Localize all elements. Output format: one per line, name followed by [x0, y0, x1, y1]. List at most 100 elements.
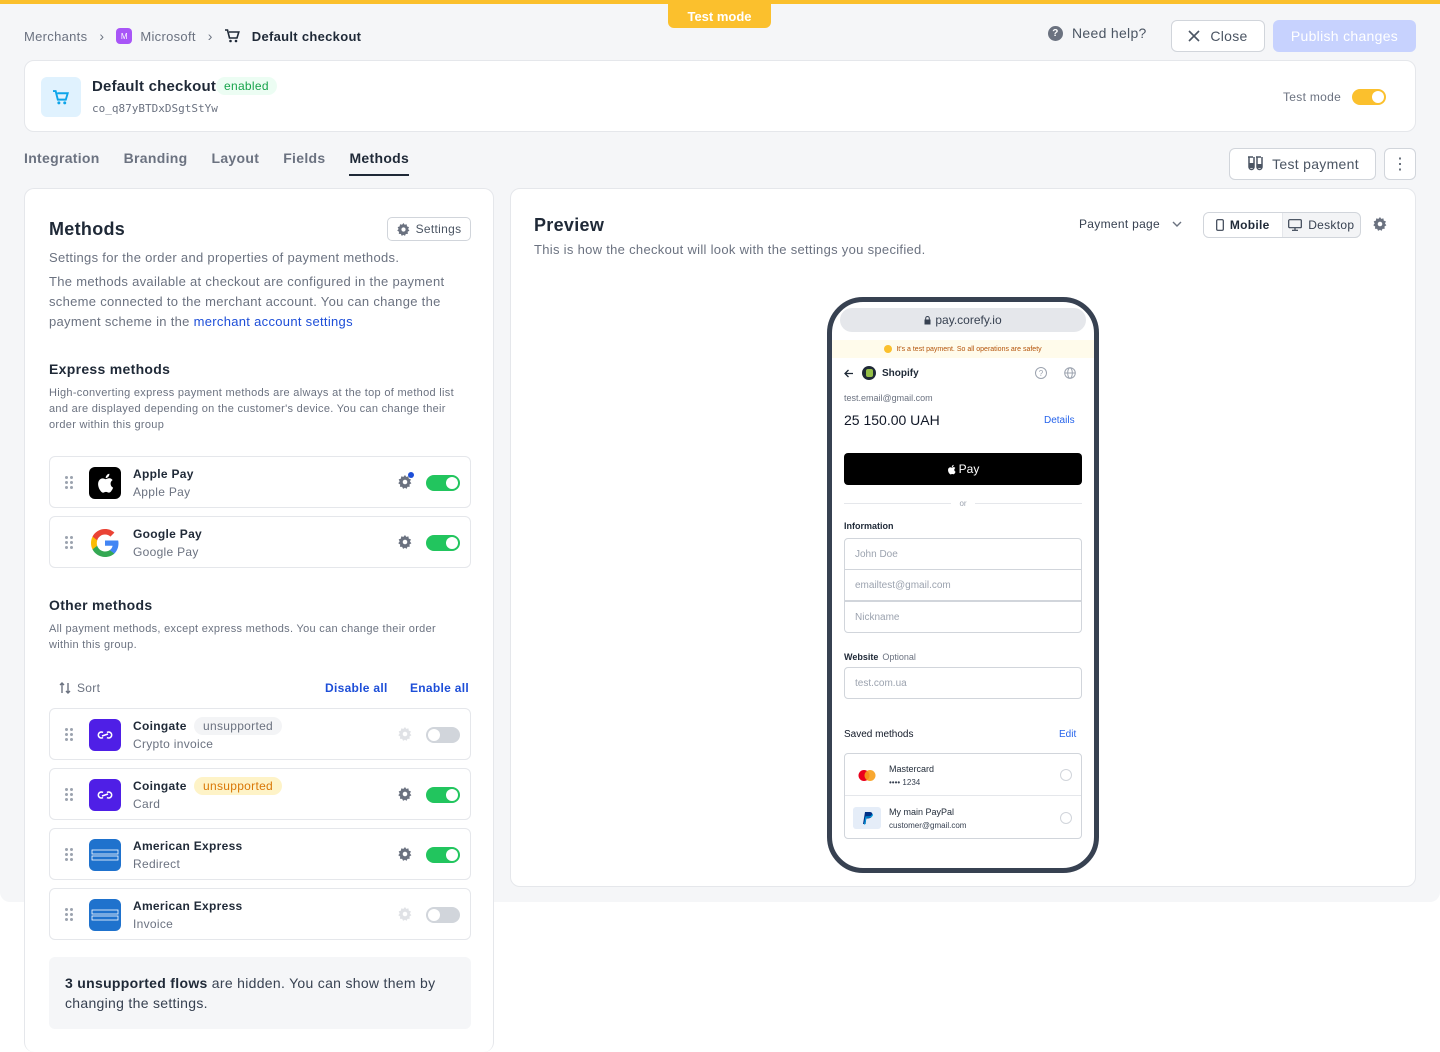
coingate-icon — [89, 779, 121, 811]
settings-label: Settings — [415, 222, 462, 236]
drag-handle-icon[interactable] — [65, 848, 75, 862]
drag-handle-icon[interactable] — [65, 476, 75, 490]
methods-panel: Methods Settings Settings for the order … — [24, 188, 494, 1052]
details-link[interactable]: Details — [1044, 415, 1075, 426]
test-payment-button[interactable]: Test payment — [1229, 148, 1376, 180]
breadcrumb-merchant[interactable]: Microsoft — [140, 29, 195, 44]
method-name: American Express — [133, 839, 243, 853]
tab-bar: Integration Branding Layout Fields Metho… — [24, 150, 433, 176]
website-label: Website Optional — [844, 652, 916, 662]
tab-branding[interactable]: Branding — [124, 150, 188, 176]
test-mode-label: Test mode — [1283, 90, 1342, 104]
disable-all-button[interactable]: Disable all — [325, 681, 388, 695]
sort-button[interactable]: Sort — [59, 681, 100, 695]
methods-description-2: The methods available at checkout are co… — [49, 274, 445, 329]
merchant-avatar: M — [116, 28, 133, 44]
arrow-left-icon[interactable] — [844, 369, 854, 378]
gear-icon[interactable] — [398, 787, 414, 803]
method-toggle[interactable] — [426, 475, 460, 491]
globe-icon[interactable] — [1064, 367, 1076, 379]
mobile-view-button[interactable]: Mobile — [1204, 213, 1283, 237]
preview-panel: Preview This is how the checkout will lo… — [510, 188, 1416, 887]
notification-dot — [408, 472, 414, 478]
method-row-coingate-crypto[interactable]: Coingate unsupported Crypto invoice — [49, 708, 471, 760]
settings-button[interactable]: Settings — [387, 217, 471, 241]
methods-title: Methods — [49, 219, 126, 239]
gear-icon[interactable] — [398, 535, 414, 551]
lock-icon — [924, 315, 931, 325]
drag-handle-icon[interactable] — [65, 788, 75, 802]
cart-icon — [41, 77, 81, 117]
desktop-view-button[interactable]: Desktop — [1283, 213, 1361, 237]
google-icon — [89, 527, 121, 559]
saved-method-radio[interactable] — [1060, 769, 1072, 781]
merchant-account-settings-link[interactable]: merchant account settings — [194, 314, 353, 329]
tab-fields[interactable]: Fields — [283, 150, 325, 176]
drag-handle-icon[interactable] — [65, 908, 75, 922]
status-badge: enabled — [216, 77, 277, 95]
test-mode-toggle[interactable] — [1352, 89, 1386, 105]
saved-methods-list: Mastercard •••• 1234 My main PayPal cust… — [844, 753, 1082, 839]
saved-method-paypal[interactable]: My main PayPal customer@gmail.com — [845, 797, 1081, 839]
more-options-button[interactable]: ⋮ — [1384, 148, 1416, 180]
need-help-link[interactable]: ? Need help? — [1048, 25, 1147, 41]
saved-methods-label: Saved methods — [844, 729, 914, 740]
edit-saved-methods-link[interactable]: Edit — [1059, 729, 1076, 740]
american-express-icon — [89, 899, 121, 931]
breadcrumb-merchants[interactable]: Merchants — [24, 29, 87, 44]
apple-icon — [947, 464, 956, 475]
method-row-amex-invoice[interactable]: American Express Invoice — [49, 888, 471, 940]
unsupported-badge: unsupported — [194, 777, 283, 795]
tab-methods[interactable]: Methods — [349, 150, 410, 176]
phone-preview: pay.corefy.io It's a test payment. So al… — [827, 297, 1099, 873]
device-switch: Mobile Desktop — [1203, 212, 1361, 238]
gear-icon[interactable] — [398, 472, 414, 491]
method-toggle[interactable] — [426, 535, 460, 551]
method-name: American Express — [133, 899, 243, 913]
email-input[interactable]: emailtest@gmail.com — [844, 569, 1082, 601]
mastercard-icon — [853, 764, 881, 786]
gear-icon[interactable] — [398, 847, 414, 863]
drag-handle-icon[interactable] — [65, 728, 75, 742]
method-toggle[interactable] — [426, 727, 460, 743]
saved-method-mastercard[interactable]: Mastercard •••• 1234 — [845, 754, 1081, 796]
page-select[interactable]: Payment page — [1079, 217, 1182, 231]
enable-all-button[interactable]: Enable all — [410, 681, 469, 695]
method-row-amex-redirect[interactable]: American Express Redirect — [49, 828, 471, 880]
method-name: Google Pay — [133, 527, 203, 541]
drag-handle-icon[interactable] — [65, 536, 75, 550]
name-input[interactable]: John Doe — [844, 538, 1082, 570]
american-express-icon — [89, 839, 121, 871]
nickname-input[interactable]: Nickname — [844, 601, 1082, 633]
method-flow: Google Pay — [133, 545, 199, 559]
method-toggle[interactable] — [426, 847, 460, 863]
help-icon[interactable]: ? — [1035, 367, 1047, 379]
publish-changes-button[interactable]: Publish changes — [1273, 20, 1416, 52]
saved-method-radio[interactable] — [1060, 812, 1072, 824]
close-icon — [1188, 30, 1200, 42]
tab-integration[interactable]: Integration — [24, 150, 100, 176]
gear-icon[interactable] — [1373, 217, 1389, 233]
apple-pay-button[interactable]: Pay — [844, 453, 1082, 485]
unsupported-badge: unsupported — [194, 717, 283, 735]
method-row-coingate-card[interactable]: Coingate unsupported Card — [49, 768, 471, 820]
customer-email: test.email@gmail.com — [844, 393, 933, 403]
website-input[interactable]: test.com.ua — [844, 667, 1082, 699]
express-methods-description: High-converting express payment methods … — [49, 387, 454, 431]
method-name: Apple Pay — [133, 467, 194, 481]
coingate-icon — [89, 719, 121, 751]
chevron-right-icon: › — [99, 28, 105, 44]
payment-amount: 25 150.00 UAH — [844, 412, 940, 428]
close-button[interactable]: Close — [1171, 20, 1265, 52]
information-label: Information — [844, 521, 894, 531]
express-methods-title: Express methods — [49, 361, 171, 377]
method-toggle[interactable] — [426, 907, 460, 923]
method-toggle[interactable] — [426, 787, 460, 803]
method-name: Coingate — [133, 719, 187, 733]
method-flow: Redirect — [133, 857, 181, 871]
method-row-apple-pay[interactable]: Apple Pay Apple Pay — [49, 456, 471, 508]
methods-description-1: Settings for the order and properties of… — [49, 250, 400, 265]
preview-title: Preview — [534, 215, 605, 235]
method-row-google-pay[interactable]: Google Pay Google Pay — [49, 516, 471, 568]
tab-layout[interactable]: Layout — [211, 150, 259, 176]
